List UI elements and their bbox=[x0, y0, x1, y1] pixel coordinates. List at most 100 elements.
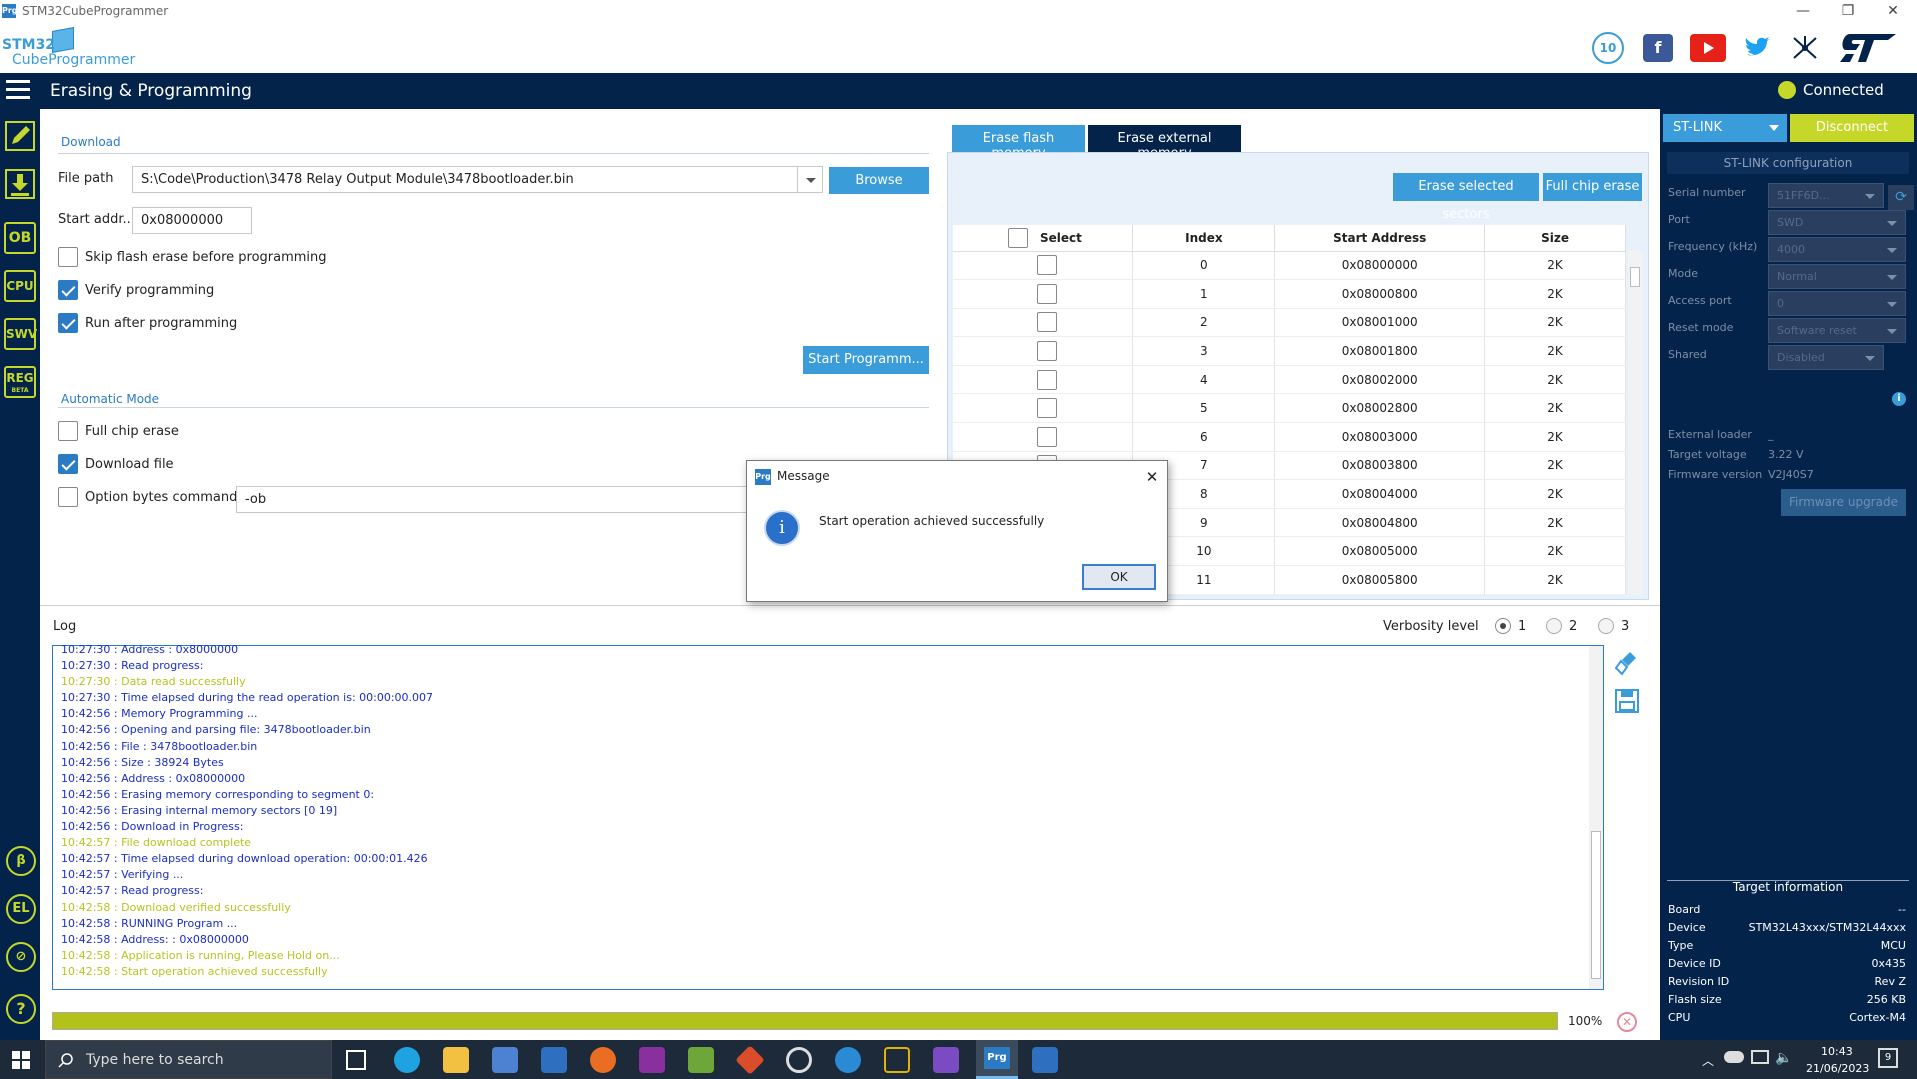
verify-checkbox[interactable] bbox=[58, 280, 78, 300]
config-select[interactable]: Disabled bbox=[1768, 345, 1884, 370]
hamburger-menu-icon[interactable] bbox=[6, 80, 30, 100]
save-log-icon[interactable] bbox=[1614, 688, 1640, 714]
sector-select-cell[interactable] bbox=[953, 308, 1134, 338]
sector-checkbox[interactable] bbox=[1037, 426, 1057, 447]
sidebar-item-cpu[interactable]: CPU bbox=[4, 270, 36, 302]
notifications-icon[interactable]: 9 bbox=[1878, 1048, 1898, 1068]
tab-erase-external[interactable]: Erase external memory bbox=[1088, 125, 1241, 161]
facebook-icon[interactable]: f bbox=[1643, 34, 1673, 62]
tab-erase-flash[interactable]: Erase flash memory bbox=[952, 125, 1085, 161]
skip-erase-checkbox[interactable] bbox=[58, 247, 78, 267]
sidebar-beta-tool-icon[interactable]: β bbox=[6, 846, 36, 876]
log-scroll-thumb[interactable] bbox=[1591, 831, 1601, 979]
sidebar-item-reg[interactable]: REG BETA bbox=[4, 366, 36, 398]
log-scrollbar[interactable] bbox=[1589, 646, 1603, 989]
app-chip-icon[interactable] bbox=[688, 1047, 714, 1073]
table-row[interactable]: 5 0x08002800 2K bbox=[953, 393, 1626, 424]
windows-start-icon[interactable] bbox=[12, 1051, 30, 1069]
visual-studio-icon[interactable] bbox=[933, 1047, 959, 1073]
verbosity-radio-3[interactable] bbox=[1598, 618, 1614, 634]
mail-icon[interactable] bbox=[541, 1047, 567, 1073]
power-app-icon[interactable] bbox=[786, 1047, 812, 1073]
option-bytes-checkbox[interactable] bbox=[58, 487, 78, 507]
sidebar-el-icon[interactable]: EL bbox=[6, 894, 36, 924]
sidebar-download-icon[interactable] bbox=[4, 168, 36, 200]
sector-checkbox[interactable] bbox=[1037, 398, 1057, 419]
table-row[interactable]: 2 0x08001000 2K bbox=[953, 308, 1626, 338]
sector-checkbox[interactable] bbox=[1037, 283, 1057, 304]
restore-button[interactable]: ❐ bbox=[1825, 0, 1871, 24]
sector-checkbox[interactable] bbox=[1037, 312, 1057, 333]
option-bytes-input[interactable]: -ob bbox=[236, 486, 756, 513]
tray-chevron-icon[interactable]: ︿ bbox=[1702, 1052, 1714, 1069]
sidebar-item-ob[interactable]: OB bbox=[4, 222, 36, 254]
store-icon[interactable] bbox=[492, 1047, 518, 1073]
help-icon[interactable]: ? bbox=[6, 994, 36, 1024]
twitter-icon[interactable] bbox=[1743, 36, 1773, 60]
notepad-icon[interactable] bbox=[1032, 1047, 1058, 1073]
st-logo-icon[interactable] bbox=[1836, 32, 1898, 64]
clear-log-icon[interactable] bbox=[1614, 650, 1640, 678]
log-area[interactable]: 10:27:30 : Address : 0x8000000 10:27:30 :… bbox=[52, 643, 1604, 990]
app-d-icon[interactable] bbox=[884, 1047, 910, 1073]
cancel-progress-icon[interactable]: ✕ bbox=[1617, 1012, 1637, 1032]
start-addr-input[interactable]: 0x08000000 bbox=[132, 207, 252, 234]
select-column-header[interactable]: Select bbox=[953, 225, 1134, 252]
dialog-close-icon[interactable]: ✕ bbox=[1141, 466, 1163, 488]
sidebar-edit-icon[interactable] bbox=[4, 120, 36, 152]
auto-full-chip-checkbox[interactable] bbox=[58, 421, 78, 441]
run-after-checkbox[interactable] bbox=[58, 313, 78, 333]
task-view-icon[interactable] bbox=[346, 1050, 366, 1070]
taskbar-stm32-app[interactable]: Prg bbox=[976, 1040, 1018, 1079]
config-select[interactable]: 51FF6D... bbox=[1768, 183, 1884, 208]
sector-select-cell[interactable] bbox=[953, 336, 1134, 366]
verbosity-radio-1[interactable] bbox=[1495, 618, 1511, 634]
refresh-icon[interactable]: ⟳ bbox=[1888, 185, 1914, 210]
interface-select[interactable]: ST-LINK bbox=[1663, 114, 1787, 142]
sidebar-item-swv[interactable]: SWV bbox=[4, 318, 37, 350]
sectors-scrollbar[interactable] bbox=[1628, 251, 1642, 595]
sector-checkbox[interactable] bbox=[1037, 369, 1057, 390]
erase-selected-button[interactable]: Erase selected sectors bbox=[1393, 173, 1539, 222]
table-row[interactable]: 4 0x08002000 2K bbox=[953, 365, 1626, 395]
browse-button[interactable]: Browse bbox=[829, 167, 929, 194]
sector-select-cell[interactable] bbox=[953, 279, 1134, 309]
close-button[interactable]: ✕ bbox=[1870, 0, 1916, 24]
minimize-button[interactable]: — bbox=[1780, 0, 1826, 24]
firefox-icon[interactable] bbox=[590, 1047, 616, 1073]
config-select[interactable]: 0 bbox=[1768, 291, 1906, 316]
dialog-ok-button[interactable]: OK bbox=[1082, 564, 1156, 590]
sector-select-cell[interactable] bbox=[953, 365, 1134, 395]
verbosity-radio-2[interactable] bbox=[1546, 618, 1562, 634]
config-select[interactable]: Normal bbox=[1768, 264, 1906, 289]
network-icon[interactable] bbox=[1790, 34, 1820, 62]
table-row[interactable]: 3 0x08001800 2K bbox=[953, 336, 1626, 366]
sidebar-link-icon[interactable]: ⊘ bbox=[6, 942, 36, 972]
disconnect-button[interactable]: Disconnect bbox=[1790, 114, 1914, 142]
config-select[interactable]: 4000 bbox=[1768, 237, 1906, 262]
taskbar-search-box[interactable]: Type here to search bbox=[45, 1040, 332, 1079]
onedrive-icon[interactable] bbox=[1724, 1051, 1744, 1063]
sector-select-cell[interactable] bbox=[953, 251, 1134, 281]
edge-icon[interactable] bbox=[394, 1047, 420, 1073]
config-select[interactable]: SWD bbox=[1768, 210, 1906, 235]
table-row[interactable]: 1 0x08000800 2K bbox=[953, 279, 1626, 309]
app-cloud-icon[interactable] bbox=[835, 1047, 861, 1073]
table-row[interactable]: 0 0x08000000 2K bbox=[953, 251, 1626, 281]
anniversary-icon[interactable]: 10 bbox=[1592, 32, 1624, 64]
file-explorer-icon[interactable] bbox=[443, 1047, 469, 1073]
select-all-checkbox[interactable] bbox=[1008, 228, 1028, 248]
sector-select-cell[interactable] bbox=[953, 393, 1134, 424]
network-tray-icon[interactable] bbox=[1751, 1050, 1769, 1064]
table-row[interactable]: 6 0x08003000 2K bbox=[953, 422, 1626, 452]
firmware-upgrade-button[interactable]: Firmware upgrade bbox=[1781, 489, 1906, 516]
sector-checkbox[interactable] bbox=[1037, 255, 1057, 276]
full-chip-erase-button[interactable]: Full chip erase bbox=[1543, 173, 1642, 201]
config-select[interactable]: Software reset bbox=[1768, 318, 1906, 343]
download-file-checkbox[interactable] bbox=[58, 454, 78, 474]
sectors-scroll-thumb[interactable] bbox=[1630, 267, 1640, 287]
youtube-icon[interactable] bbox=[1690, 34, 1726, 62]
file-path-input[interactable]: S:\Code\Production\3478 Relay Output Mod… bbox=[132, 166, 823, 193]
file-path-dropdown-arrow[interactable] bbox=[797, 166, 823, 193]
info-icon[interactable]: i bbox=[1892, 392, 1906, 406]
